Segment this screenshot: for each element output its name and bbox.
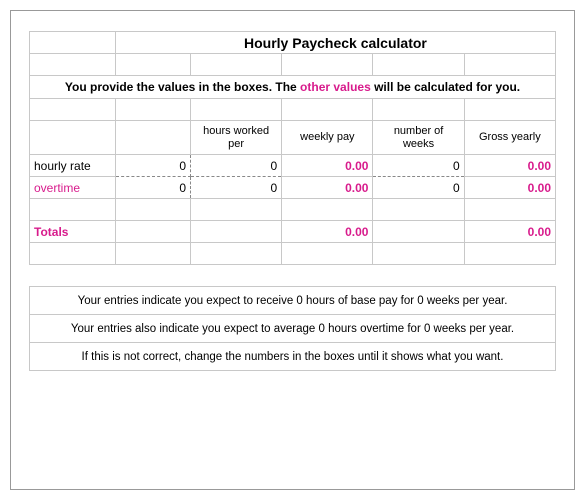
hourly-weekly-value: 0.00 (282, 155, 373, 177)
spacer-row (30, 54, 556, 76)
instruction-pre: You provide the values in the boxes. The (65, 80, 300, 94)
spacer-row (30, 265, 556, 287)
blank-cell (30, 32, 116, 54)
instruction-row: You provide the values in the boxes. The… (30, 76, 556, 99)
instruction-highlight: other values (300, 80, 371, 94)
hourly-rate-input[interactable]: 0 (115, 155, 190, 177)
hourly-rate-row: hourly rate 0 0 0.00 0 0.00 (30, 155, 556, 177)
overtime-gross-value: 0.00 (464, 177, 555, 199)
overtime-label: overtime (30, 177, 116, 199)
hourly-gross-value: 0.00 (464, 155, 555, 177)
instruction-post: will be calculated for you. (371, 80, 520, 94)
spacer-row (30, 243, 556, 265)
spacer-row (30, 99, 556, 121)
header-gross-yearly: Gross yearly (464, 121, 555, 155)
hourly-weeks-input[interactable]: 0 (373, 155, 464, 177)
summary-row-1: Your entries indicate you expect to rece… (30, 287, 556, 315)
calculator-table: Hourly Paycheck calculator You provide t… (29, 31, 556, 371)
instruction-text: You provide the values in the boxes. The… (30, 76, 556, 99)
summary-line-3: If this is not correct, change the numbe… (30, 343, 556, 371)
totals-gross-value: 0.00 (464, 221, 555, 243)
overtime-weekly-value: 0.00 (282, 177, 373, 199)
hourly-rate-label: hourly rate (30, 155, 116, 177)
overtime-hours-input[interactable]: 0 (191, 177, 282, 199)
summary-row-2: Your entries also indicate you expect to… (30, 315, 556, 343)
spreadsheet-frame: Hourly Paycheck calculator You provide t… (10, 10, 575, 490)
totals-label: Totals (30, 221, 116, 243)
summary-line-2: Your entries also indicate you expect to… (30, 315, 556, 343)
header-weekly-pay: weekly pay (282, 121, 373, 155)
page-title: Hourly Paycheck calculator (115, 32, 555, 54)
totals-weekly-value: 0.00 (282, 221, 373, 243)
header-hours-worked: hours worked per (191, 121, 282, 155)
totals-row: Totals 0.00 0.00 (30, 221, 556, 243)
summary-row-3: If this is not correct, change the numbe… (30, 343, 556, 371)
overtime-row: overtime 0 0 0.00 0 0.00 (30, 177, 556, 199)
overtime-weeks-input[interactable]: 0 (373, 177, 464, 199)
summary-line-1: Your entries indicate you expect to rece… (30, 287, 556, 315)
overtime-rate-input[interactable]: 0 (115, 177, 190, 199)
title-row: Hourly Paycheck calculator (30, 32, 556, 54)
hourly-hours-input[interactable]: 0 (191, 155, 282, 177)
header-row: hours worked per weekly pay number of we… (30, 121, 556, 155)
spacer-row (30, 199, 556, 221)
header-num-weeks: number of weeks (373, 121, 464, 155)
